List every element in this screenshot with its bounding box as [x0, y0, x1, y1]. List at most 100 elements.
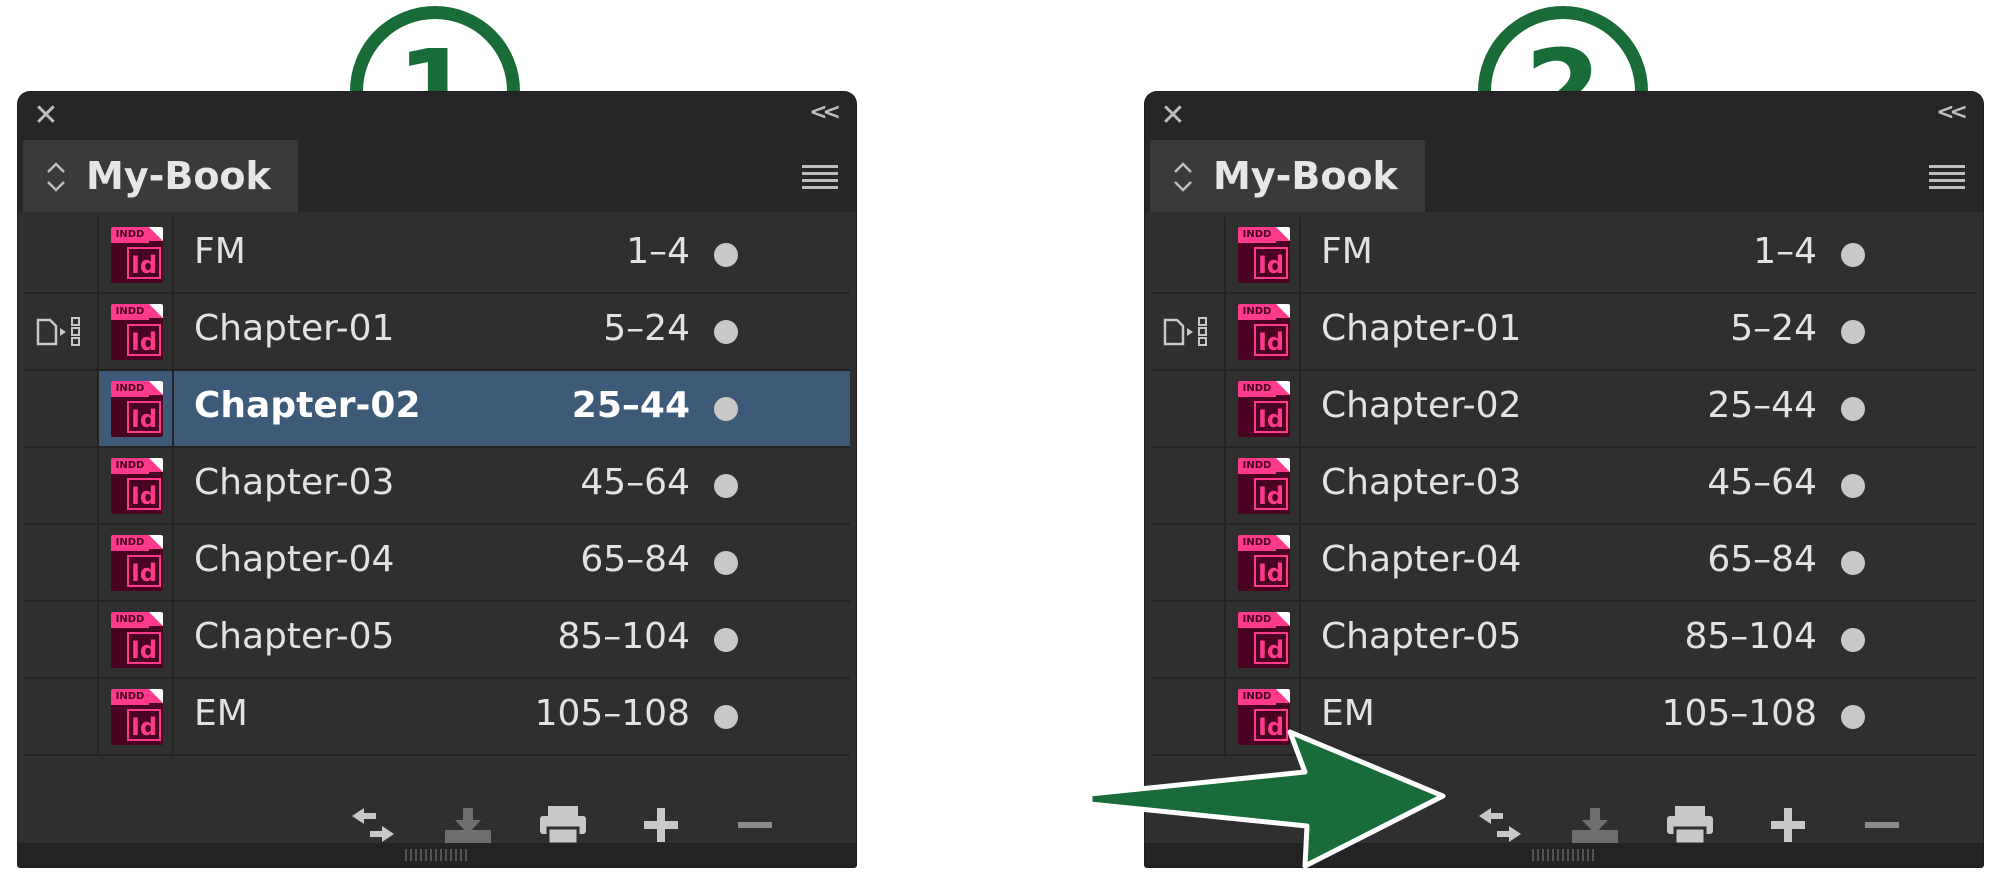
- book-panel-1: ✕ << My-Book INDD Id FM 1–4 INDD Id Chapter-01…: [18, 92, 856, 867]
- style-source-cell[interactable]: [1151, 217, 1226, 292]
- document-name: Chapter-03: [194, 462, 395, 503]
- page-corner: [1276, 612, 1290, 626]
- document-row[interactable]: INDD Id Chapter-01 5–24: [1151, 294, 1977, 371]
- document-name: Chapter-02: [1321, 385, 1522, 426]
- status-dot-icon: [1841, 474, 1865, 498]
- id-letters: Id: [127, 478, 161, 510]
- remove-document-icon: [1865, 822, 1899, 828]
- indd-tag: INDD: [1238, 535, 1276, 551]
- document-name: FM: [194, 231, 246, 272]
- page-range: 45–64: [580, 462, 690, 503]
- style-source-cell[interactable]: [1151, 448, 1226, 523]
- style-source-cell[interactable]: [1151, 525, 1226, 600]
- book-tab[interactable]: My-Book: [23, 140, 298, 212]
- style-source-cell[interactable]: [24, 371, 99, 446]
- document-row[interactable]: INDD Id Chapter-03 45–64: [1151, 448, 1977, 525]
- style-source-cell[interactable]: [1151, 294, 1226, 369]
- resize-grip-icon: [405, 849, 469, 861]
- indd-tag-text: INDD: [115, 383, 145, 394]
- document-row[interactable]: INDD Id FM 1–4: [1151, 217, 1977, 294]
- book-title: My-Book: [1213, 154, 1398, 198]
- collapse-panel-icon[interactable]: <<: [1936, 100, 1968, 125]
- add-document-button[interactable]: [636, 804, 686, 846]
- page-corner: [149, 458, 163, 472]
- print-book-button[interactable]: [538, 804, 588, 846]
- indd-tag-text: INDD: [1242, 691, 1272, 702]
- indd-tag: INDD: [111, 381, 149, 397]
- close-icon[interactable]: ✕: [31, 101, 61, 131]
- close-icon[interactable]: ✕: [1158, 101, 1188, 131]
- style-source-cell[interactable]: [1151, 602, 1226, 677]
- indd-tag: INDD: [111, 689, 149, 705]
- indd-tag-text: INDD: [115, 691, 145, 702]
- panel-titlebar: ✕ <<: [18, 92, 856, 140]
- style-source-cell[interactable]: [24, 294, 99, 369]
- collapse-panel-icon[interactable]: <<: [809, 100, 841, 125]
- document-name: FM: [1321, 231, 1373, 272]
- document-row[interactable]: INDD Id Chapter-01 5–24: [24, 294, 850, 371]
- synchronize-button[interactable]: [348, 804, 398, 846]
- document-name: Chapter-02: [194, 385, 421, 426]
- document-name: Chapter-01: [194, 308, 395, 349]
- indesign-document-icon: INDD Id: [111, 535, 163, 591]
- panel-menu-icon[interactable]: [1929, 165, 1965, 189]
- indesign-document-icon: INDD Id: [111, 304, 163, 360]
- document-row[interactable]: INDD Id FM 1–4: [24, 217, 850, 294]
- document-row[interactable]: INDD Id Chapter-02 25–44: [24, 371, 850, 448]
- document-row[interactable]: INDD Id Chapter-03 45–64: [24, 448, 850, 525]
- remove-document-button[interactable]: [1857, 804, 1907, 846]
- document-icon-cell: INDD Id: [99, 679, 174, 754]
- add-document-icon: [1771, 808, 1805, 842]
- book-tab[interactable]: My-Book: [1150, 140, 1425, 212]
- status-dot-icon: [714, 705, 738, 729]
- document-icon-cell: INDD Id: [1226, 525, 1301, 600]
- add-document-button[interactable]: [1763, 804, 1813, 846]
- document-row[interactable]: INDD Id Chapter-04 65–84: [1151, 525, 1977, 602]
- document-list: INDD Id FM 1–4 INDD Id Chapter-01 5–24 INDD Id Cha…: [1151, 217, 1977, 756]
- page-range: 5–24: [603, 308, 690, 349]
- document-row[interactable]: INDD Id Chapter-04 65–84: [24, 525, 850, 602]
- page-range: 45–64: [1707, 462, 1817, 503]
- indd-tag-text: INDD: [1242, 460, 1272, 471]
- page-range: 25–44: [571, 385, 690, 426]
- document-row[interactable]: INDD Id Chapter-05 85–104: [24, 602, 850, 679]
- status-dot-icon: [1841, 705, 1865, 729]
- id-letters: Id: [1254, 478, 1288, 510]
- document-name: Chapter-04: [1321, 539, 1522, 580]
- save-book-button[interactable]: [443, 804, 493, 846]
- page-corner: [1276, 227, 1290, 241]
- panel-menu-icon[interactable]: [802, 165, 838, 189]
- document-row[interactable]: INDD Id EM 105–108: [24, 679, 850, 756]
- page-corner: [1276, 381, 1290, 395]
- remove-document-button[interactable]: [730, 804, 780, 846]
- print-book-button[interactable]: [1665, 804, 1715, 846]
- status-dot-icon: [1841, 320, 1865, 344]
- document-name: Chapter-05: [194, 616, 395, 657]
- resize-handle[interactable]: [18, 843, 856, 867]
- document-icon-cell: INDD Id: [1226, 371, 1301, 446]
- style-source-cell[interactable]: [24, 602, 99, 677]
- tab-reorder-icon: [47, 162, 65, 192]
- document-icon-cell: INDD Id: [1226, 602, 1301, 677]
- indd-tag: INDD: [111, 227, 149, 243]
- indd-tag: INDD: [111, 612, 149, 628]
- style-source-cell[interactable]: [24, 217, 99, 292]
- indesign-document-icon: INDD Id: [1238, 458, 1290, 514]
- indd-tag-text: INDD: [115, 229, 145, 240]
- indesign-document-icon: INDD Id: [111, 458, 163, 514]
- style-source-cell[interactable]: [1151, 371, 1226, 446]
- save-book-button[interactable]: [1570, 804, 1620, 846]
- id-letters: Id: [1254, 632, 1288, 664]
- document-row[interactable]: INDD Id Chapter-02 25–44: [1151, 371, 1977, 448]
- indd-tag-text: INDD: [1242, 537, 1272, 548]
- document-icon-cell: INDD Id: [99, 217, 174, 292]
- add-document-icon: [644, 808, 678, 842]
- indd-tag-text: INDD: [1242, 614, 1272, 625]
- document-row[interactable]: INDD Id Chapter-05 85–104: [1151, 602, 1977, 679]
- indd-tag: INDD: [1238, 227, 1276, 243]
- document-icon-cell: INDD Id: [99, 525, 174, 600]
- style-source-cell[interactable]: [24, 448, 99, 523]
- style-source-cell[interactable]: [24, 525, 99, 600]
- synchronize-button[interactable]: [1475, 804, 1525, 846]
- style-source-cell[interactable]: [24, 679, 99, 754]
